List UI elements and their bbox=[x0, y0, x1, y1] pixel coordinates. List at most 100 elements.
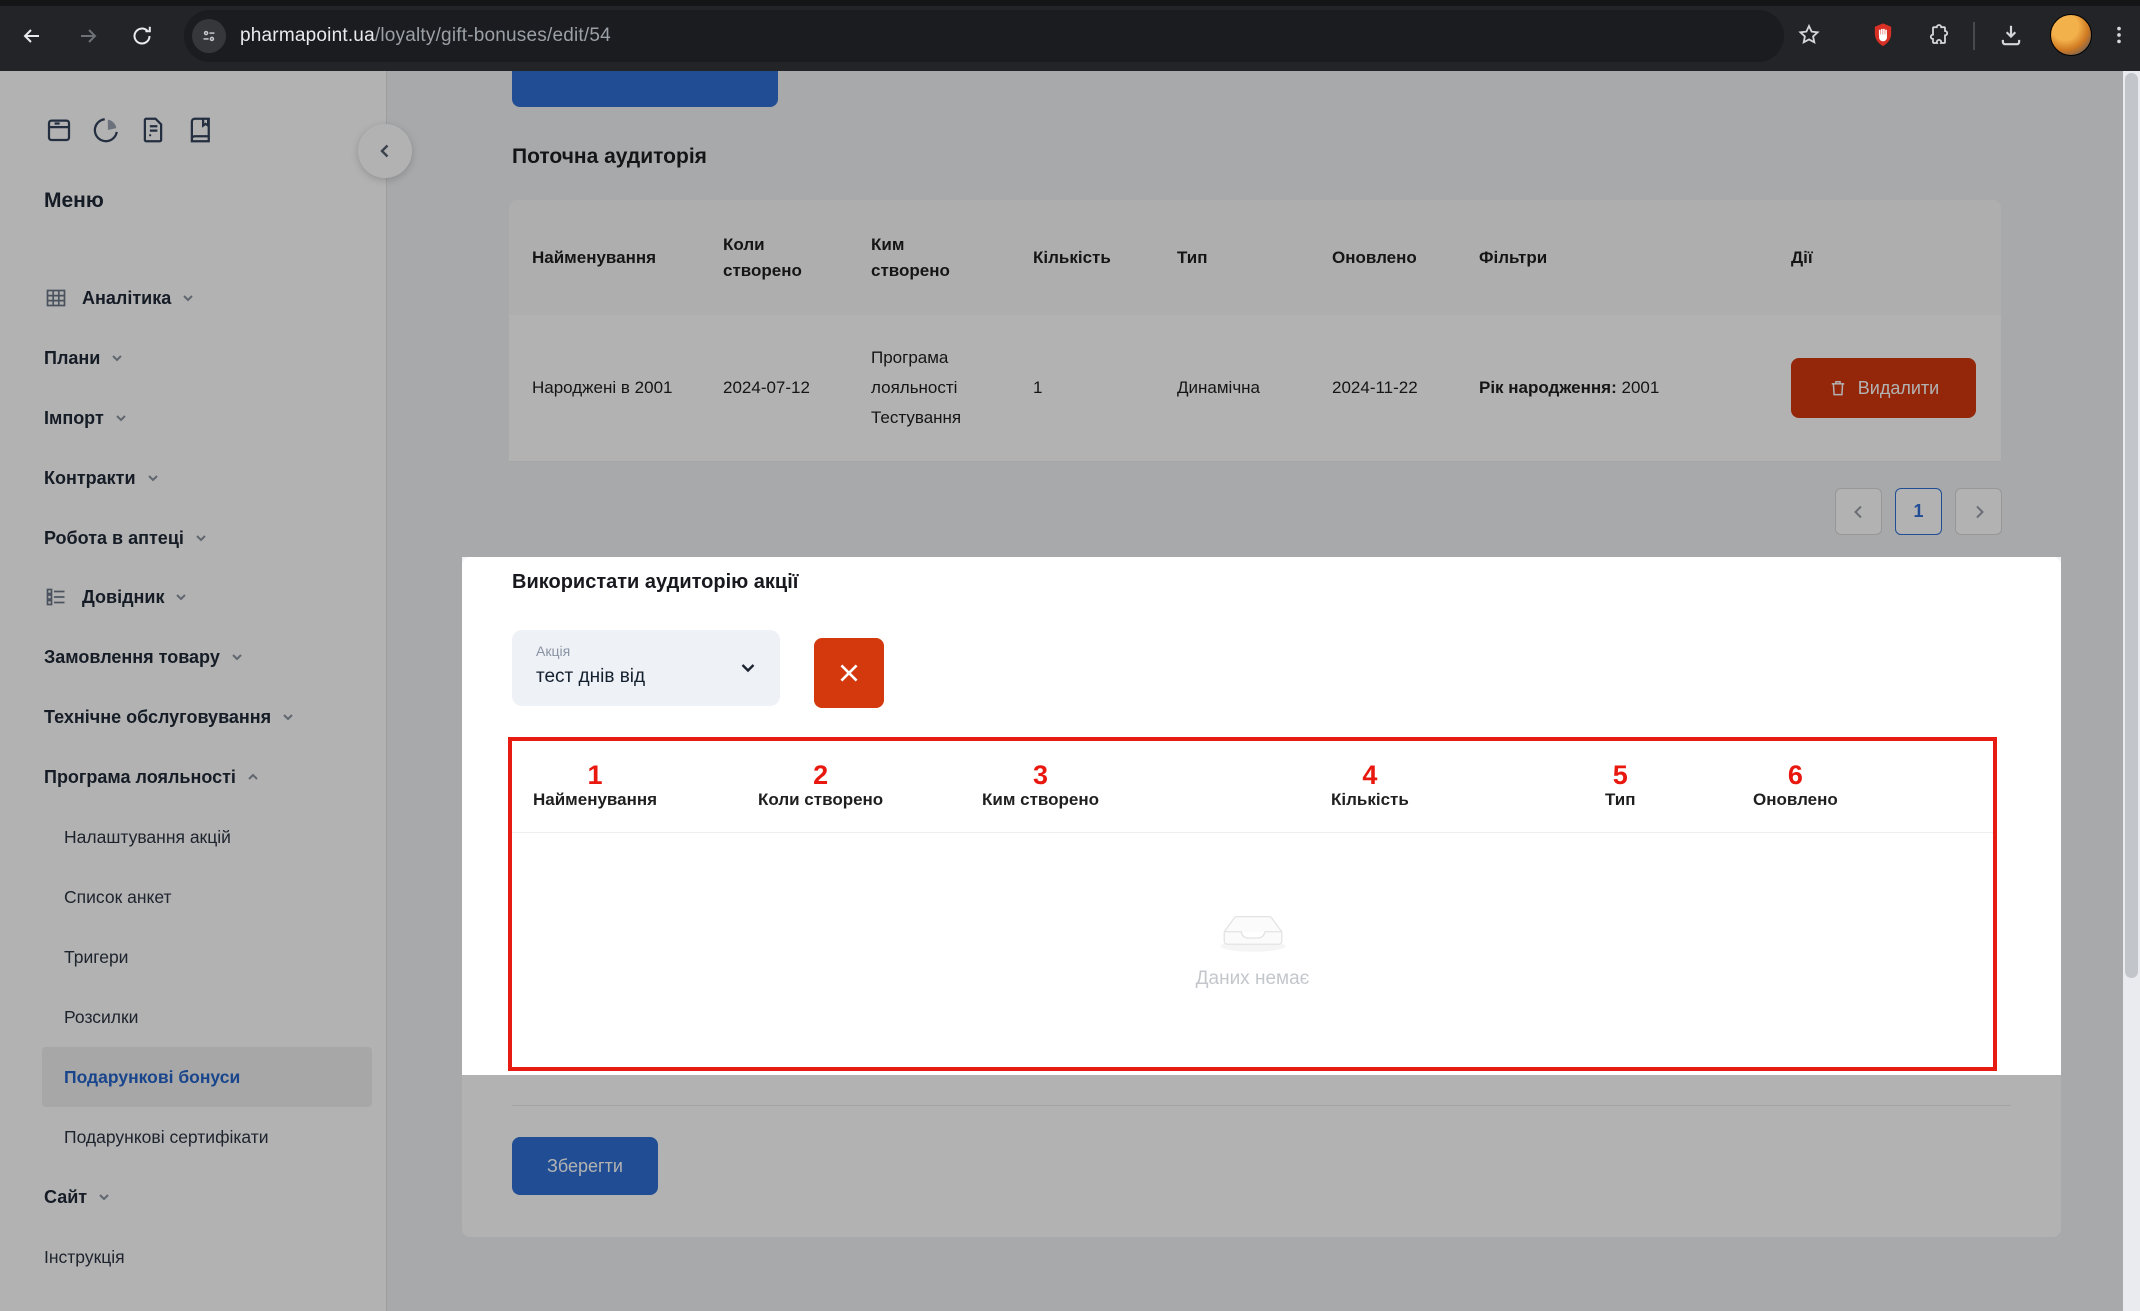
site-settings-icon[interactable] bbox=[192, 19, 226, 53]
url-path: /loyalty/gift-bonuses/edit/54 bbox=[374, 25, 611, 46]
sidebar-item-label: Інструкція bbox=[44, 1246, 125, 1267]
empty-inbox-icon bbox=[1220, 916, 1285, 952]
archive-icon[interactable] bbox=[44, 115, 74, 145]
sidebar-item-label: Програма лояльності bbox=[44, 766, 236, 787]
sidebar-subitem-label: Подарункові бонуси bbox=[64, 1066, 241, 1087]
bookmark-star-icon[interactable] bbox=[1792, 18, 1826, 52]
sidebar-subitem-gift-certificates[interactable]: Подарункові сертифікати bbox=[0, 1107, 386, 1167]
pie-chart-icon[interactable] bbox=[91, 115, 121, 145]
extensions-menu-button[interactable] bbox=[1922, 18, 1956, 52]
cell-filters: Рік народження: 2001 bbox=[1479, 378, 1660, 397]
screen: Меню Аналітика Плани Імпорт Контракти Ро… bbox=[0, 0, 2140, 1311]
chevron-down-icon bbox=[116, 415, 126, 422]
sidebar-subitem-questionnaires[interactable]: Список анкет bbox=[0, 867, 386, 927]
profile-avatar[interactable] bbox=[2050, 14, 2092, 56]
menu-title: Меню bbox=[44, 189, 104, 212]
save-button[interactable]: Зберегти bbox=[512, 1137, 658, 1195]
col-header: Дії bbox=[1791, 247, 1813, 267]
annotated-col: 2 Коли створено bbox=[758, 760, 884, 810]
cell-name: Народжені в 2001 bbox=[532, 378, 673, 397]
sidebar-subitem-label: Тригери bbox=[64, 946, 129, 967]
puzzle-icon bbox=[1929, 24, 1949, 44]
sidebar-subitem-promo-settings[interactable]: Налаштування акцій bbox=[0, 807, 386, 867]
use-audience-title: Використати аудиторію акції bbox=[512, 571, 799, 593]
browser-menu-button[interactable] bbox=[2102, 18, 2136, 52]
chevron-left-icon bbox=[380, 144, 389, 158]
close-icon bbox=[840, 664, 858, 682]
top-cut-button[interactable] bbox=[512, 71, 778, 107]
sidebar-item-loyalty-program[interactable]: Програма лояльності bbox=[0, 747, 386, 807]
downloads-button[interactable] bbox=[1994, 18, 2028, 52]
chevron-up-icon bbox=[248, 773, 258, 780]
chevron-down-icon bbox=[147, 475, 158, 482]
empty-state-text: Даних немає bbox=[1195, 968, 1310, 989]
promo-select-value: тест днів від bbox=[536, 666, 646, 687]
chevron-down-icon bbox=[99, 1194, 109, 1201]
file-text-icon[interactable] bbox=[138, 115, 168, 145]
sidebar-item-instruction[interactable]: Інструкція bbox=[0, 1227, 386, 1287]
sidebar-collapse-button[interactable] bbox=[358, 124, 412, 178]
sidebar-item-goods-order[interactable]: Замовлення товару bbox=[0, 627, 386, 687]
sidebar-item-label: Плани bbox=[44, 347, 101, 368]
current-audience-table-row: Народжені в 2001 2024-07-12 Програма лоя… bbox=[509, 315, 2001, 462]
current-audience-title: Поточна аудиторія bbox=[512, 145, 707, 168]
scrollbar-thumb[interactable] bbox=[2125, 73, 2138, 978]
annotation-number: 3 bbox=[1032, 760, 1049, 790]
sidebar-item-import[interactable]: Імпорт bbox=[0, 388, 386, 448]
list-icon bbox=[44, 585, 68, 609]
col-header: Фільтри bbox=[1479, 247, 1548, 267]
cell-actions: Видалити bbox=[1791, 358, 2001, 418]
pagination-prev-button[interactable] bbox=[1835, 488, 1882, 535]
chevron-down-icon bbox=[176, 594, 187, 601]
sidebar-subitem-label: Розсилки bbox=[64, 1006, 139, 1027]
annotation-number: 6 bbox=[1787, 760, 1803, 790]
sidebar-item-analytics[interactable]: Аналітика bbox=[0, 268, 386, 328]
sidebar-item-contracts[interactable]: Контракти bbox=[0, 448, 386, 508]
chevron-down-icon bbox=[232, 654, 242, 661]
sidebar-item-label: Довідник bbox=[82, 586, 165, 607]
sidebar-item-label: Технічне обслуговування bbox=[44, 706, 272, 727]
extension-adblock-icon[interactable] bbox=[1866, 18, 1900, 52]
col-header: Ким створено bbox=[871, 234, 950, 280]
col-header: Тип bbox=[1177, 247, 1208, 267]
sidebar-item-label: Робота в аптеці bbox=[44, 527, 184, 548]
promo-select[interactable]: Акція тест днів від bbox=[512, 630, 780, 706]
sidebar-item-pharmacy-work[interactable]: Робота в аптеці bbox=[0, 508, 386, 568]
sidebar-subitem-triggers[interactable]: Тригери bbox=[0, 927, 386, 987]
col-header: Найменування bbox=[532, 247, 657, 267]
sidebar-item-site[interactable]: Сайт bbox=[0, 1167, 386, 1227]
trash-icon bbox=[1831, 381, 1845, 396]
sidebar-item-maintenance[interactable]: Технічне обслуговування bbox=[0, 687, 386, 747]
annotated-col: 1 Найменування bbox=[533, 760, 658, 810]
annotated-audience-table: 1 Найменування 2 Коли створено 3 Ким створе… bbox=[508, 737, 1997, 1071]
browser-forward-button[interactable] bbox=[70, 18, 106, 54]
card-divider bbox=[512, 1105, 2011, 1106]
table-grid-icon bbox=[44, 286, 68, 310]
annotated-col: 5 Тип bbox=[1605, 760, 1636, 810]
use-audience-card: Використати аудиторію акції Акція тест д… bbox=[462, 557, 2061, 1237]
sidebar-item-plans[interactable]: Плани bbox=[0, 328, 386, 388]
kebab-menu-icon bbox=[2117, 26, 2121, 44]
back-arrow-icon bbox=[23, 29, 39, 43]
sidebar-item-directory[interactable]: Довідник bbox=[0, 567, 386, 627]
book-icon[interactable] bbox=[185, 115, 215, 145]
address-bar[interactable]: pharmapoint.ua/loyalty/gift-bonuses/edit… bbox=[184, 10, 1784, 62]
page-scrollbar[interactable] bbox=[2123, 71, 2140, 1311]
col-header: Оновлено bbox=[1332, 247, 1417, 267]
chevron-down-icon bbox=[112, 355, 123, 362]
browser-back-button[interactable] bbox=[14, 18, 50, 54]
clear-selection-button[interactable] bbox=[814, 638, 884, 708]
empty-state: Даних немає bbox=[512, 833, 1993, 1059]
url-text: pharmapoint.ua/loyalty/gift-bonuses/edit… bbox=[240, 25, 611, 47]
delete-audience-button[interactable]: Видалити bbox=[1791, 358, 1976, 418]
page-number: 1 bbox=[1913, 501, 1924, 521]
pagination-page-1[interactable]: 1 bbox=[1895, 488, 1942, 535]
delete-button-label: Видалити bbox=[1857, 377, 1940, 398]
sidebar-subitem-mailings[interactable]: Розсилки bbox=[0, 987, 386, 1047]
sidebar-item-label: Замовлення товару bbox=[44, 646, 220, 667]
chevron-down-icon bbox=[283, 714, 293, 721]
sidebar-subitem-gift-bonuses[interactable]: Подарункові бонуси bbox=[0, 1047, 386, 1107]
save-button-label: Зберегти bbox=[547, 1155, 623, 1176]
pagination-next-button[interactable] bbox=[1955, 488, 2002, 535]
browser-reload-button[interactable] bbox=[124, 18, 160, 54]
